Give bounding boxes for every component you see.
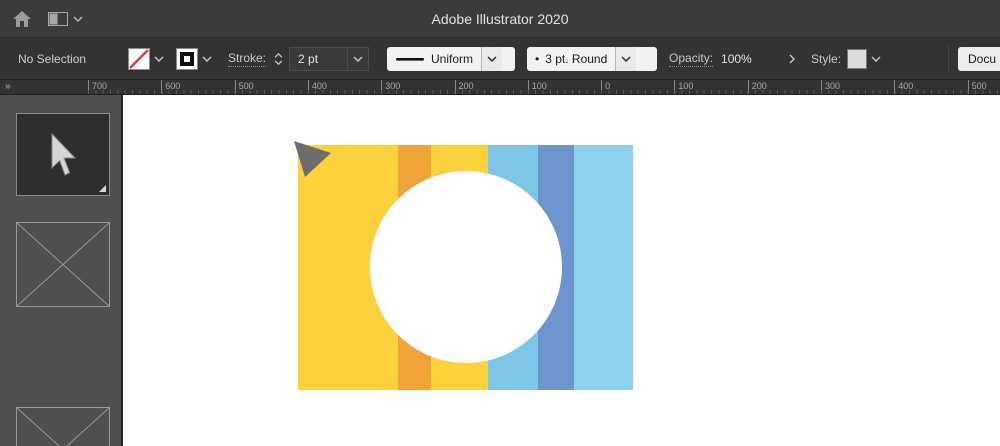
work-area [0, 95, 1000, 446]
style-label: Style: [811, 52, 841, 66]
artboard-canvas[interactable] [123, 95, 1000, 446]
stroke-weight-field[interactable]: 2 pt [289, 47, 369, 71]
document-setup-button[interactable]: Docu [958, 47, 1000, 71]
window-title: Adobe Illustrator 2020 [0, 11, 1000, 27]
stroke-panel-label[interactable]: Stroke: [228, 51, 266, 67]
ruler-tick-label: 300 [821, 80, 840, 95]
uniform-profile-icon [395, 56, 425, 62]
ruler-tick-label: 100 [528, 80, 547, 95]
selection-status: No Selection [18, 52, 128, 66]
tools-panel [0, 95, 123, 446]
title-bar: Adobe Illustrator 2020 [0, 0, 1000, 38]
stroke-dropdown-chevron[interactable] [202, 56, 212, 62]
graphic-style-swatch[interactable] [847, 49, 867, 69]
stroke-weight-value[interactable]: 2 pt [290, 52, 347, 66]
brush-chevron[interactable] [615, 47, 636, 71]
tool-flyout-indicator-icon [99, 185, 106, 192]
brush-definition-dropdown[interactable]: • 3 pt. Round [527, 47, 657, 71]
artwork-group[interactable] [298, 145, 633, 390]
empty-slot-icon [17, 408, 109, 446]
stroke-weight-chevron[interactable] [347, 48, 368, 70]
opacity-panel-label[interactable]: Opacity: [669, 51, 713, 67]
fill-swatch[interactable] [128, 48, 150, 70]
stroke-indicator-icon [177, 49, 197, 69]
fill-dropdown-chevron[interactable] [154, 56, 164, 62]
artwork-stripe[interactable] [574, 145, 633, 390]
illustrator-window: Adobe Illustrator 2020 No Selection Stro… [0, 0, 1000, 446]
control-bar: No Selection Stroke: 2 pt [0, 38, 1000, 80]
controlbar-separator [948, 46, 949, 72]
horizontal-ruler[interactable]: » 700 600 500 400 300 200 100 0 100 200 300 400 500 [0, 80, 1000, 95]
stepper-down-icon [274, 60, 283, 65]
stroke-weight-stepper[interactable] [274, 53, 283, 65]
ruler-tick-label: 500 [968, 80, 987, 95]
ruler-tick-label: 600 [161, 80, 180, 95]
canvas-cursor-icon [293, 140, 335, 182]
no-fill-icon [129, 49, 149, 69]
profile-chevron[interactable] [481, 47, 502, 71]
empty-slot-icon [17, 223, 109, 306]
brush-value: 3 pt. Round [545, 52, 607, 66]
ruler-tick-label: 400 [894, 80, 913, 95]
ruler-tick-label: 0 [601, 80, 610, 95]
ruler-tick-label: 700 [88, 80, 107, 95]
brush-preview-dot: • [535, 52, 539, 66]
ruler-tick-label: 100 [674, 80, 693, 95]
artwork-circle[interactable] [370, 171, 562, 363]
ruler-tick-label: 500 [235, 80, 254, 95]
ruler-tick-label: 200 [748, 80, 767, 95]
profile-value: Uniform [431, 52, 473, 66]
opacity-value[interactable]: 100% [721, 52, 785, 66]
empty-tool-slot[interactable] [16, 407, 110, 446]
ruler-tick-label: 400 [308, 80, 327, 95]
stepper-up-icon [274, 53, 283, 58]
style-chevron[interactable] [871, 56, 881, 62]
ruler-tick-label: 200 [455, 80, 474, 95]
opacity-options-chevron[interactable] [789, 54, 795, 64]
selection-tool-button[interactable] [16, 113, 110, 196]
stroke-swatch[interactable] [176, 48, 198, 70]
ruler-overflow-indicator: » [5, 81, 10, 92]
empty-tool-slot[interactable] [16, 222, 110, 307]
variable-width-profile-dropdown[interactable]: Uniform [387, 47, 515, 71]
ruler-tick-label: 300 [381, 80, 400, 95]
selection-tool-icon [49, 132, 77, 178]
